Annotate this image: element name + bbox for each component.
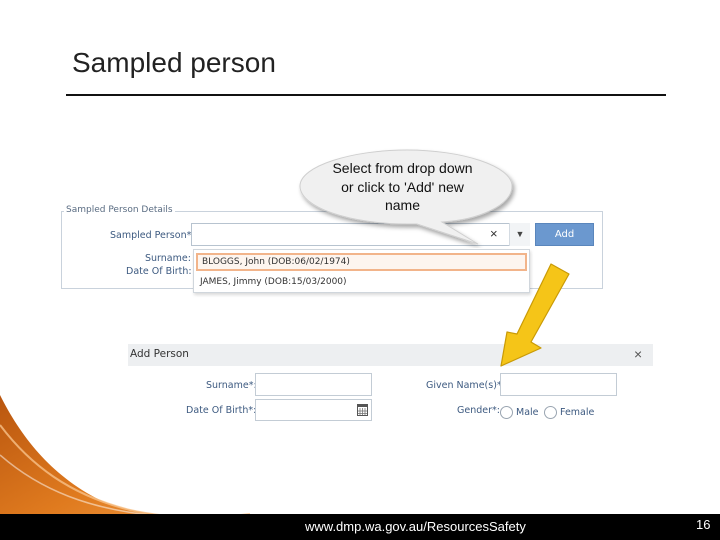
gender-male-radio[interactable] [500,406,513,419]
gender-female-label: Female [560,407,595,418]
given-names-field[interactable] [500,373,617,396]
dropdown-option-james[interactable]: JAMES, Jimmy (DOB:15/03/2000) [196,273,527,291]
slide-title: Sampled person [72,47,276,78]
gender-label: Gender*: [457,405,500,416]
surname-required-label: Surname*: [206,380,257,391]
surname-field[interactable] [255,373,372,396]
sampled-person-label: Sampled Person*: [110,230,195,241]
given-names-label: Given Name(s)*: [426,380,505,391]
gender-female-radio[interactable] [544,406,557,419]
panel-legend: Sampled Person Details [64,205,175,215]
add-person-window-title: Add Person [130,348,189,360]
sampled-person-dropdown-list: BLOGGS, John (DOB:06/02/1974) JAMES, Jim… [193,249,530,293]
close-icon[interactable]: × [634,346,642,362]
gender-male-label: Male [516,407,539,418]
date-of-birth-field[interactable] [255,399,372,421]
surname-label: Surname: [145,253,191,264]
dropdown-option-bloggs[interactable]: BLOGGS, John (DOB:06/02/1974) [196,253,527,271]
arrow-down-left-icon [500,263,570,367]
title-divider [66,94,666,96]
footer-url: www.dmp.wa.gov.au/ResourcesSafety [305,519,526,534]
calendar-icon[interactable] [357,403,368,416]
add-button[interactable]: Add [535,223,594,246]
callout-text: Select from drop down or click to 'Add' … [332,160,473,213]
page-number: 16 [696,517,711,532]
dob-label: Date Of Birth: [126,266,192,277]
